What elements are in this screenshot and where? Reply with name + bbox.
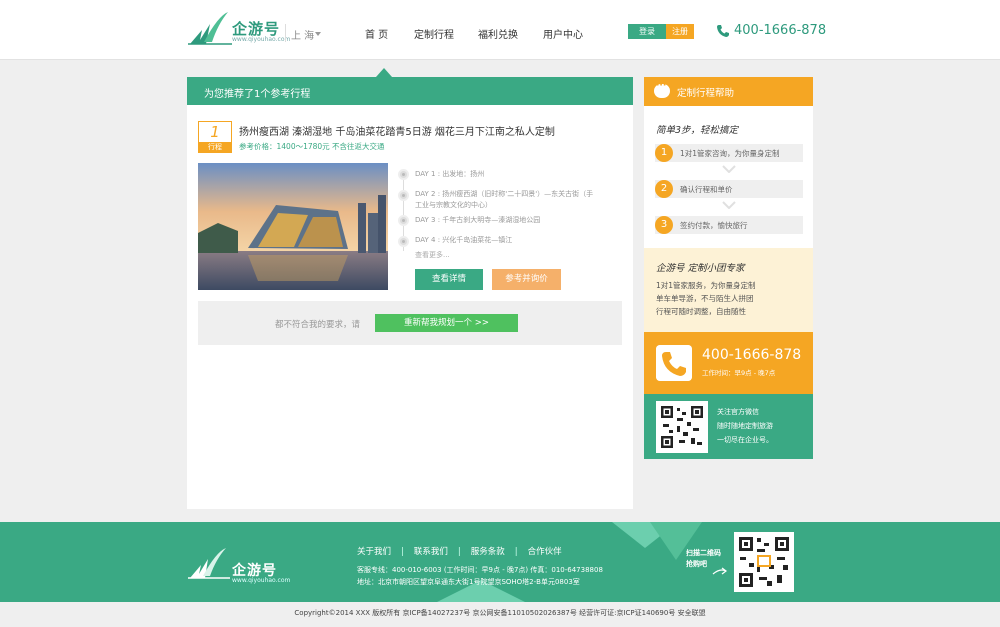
inquire-button[interactable]: 参考并询价	[492, 269, 561, 290]
panel-notch	[376, 68, 392, 77]
help-header: 定制行程帮助	[644, 77, 813, 106]
wechat-line: 随时随地定制旅游	[717, 422, 773, 430]
panel-header: 为您推荐了1个参考行程	[187, 77, 633, 105]
expert-line: 单车单导游，不与陌生人拼团	[656, 294, 754, 303]
footer-link-partners[interactable]: 合作伙伴	[528, 547, 562, 557]
hotline-hours: 工作时间：早9点 - 晚7点	[702, 369, 776, 377]
trip-number-label: 行程	[199, 142, 231, 153]
footer-logo-url: www.qiyouhao.com	[232, 577, 291, 584]
wechat-panel: 关注官方微信 随时随地定制旅游 一切尽在企业号。	[644, 394, 813, 459]
step-text: 签约付款，愉快旅行	[680, 221, 748, 230]
qr-code-icon	[656, 401, 708, 453]
day-marker	[398, 236, 409, 247]
arrow-right-icon	[712, 567, 727, 575]
step-number: 3	[655, 216, 673, 234]
trip-number: 1	[210, 123, 220, 141]
expert-line: 1对1管家服务，为你量身定制	[656, 281, 756, 290]
trip-number-badge: 1 行程	[198, 121, 232, 153]
help-title: 定制行程帮助	[677, 88, 735, 99]
copyright: Copyright©2014 XXX 版权所有 京ICP备14027237号 京…	[294, 609, 706, 617]
nav-custom-trip[interactable]: 定制行程	[414, 26, 454, 41]
view-details-button[interactable]: 查看详情	[415, 269, 483, 290]
chevron-down-icon	[722, 201, 736, 209]
login-button[interactable]: 登录	[628, 24, 666, 39]
header: 企游号 www.qiyouhao.com 上 海 首 页 定制行程 福利兑换 用…	[0, 0, 1000, 60]
itinerary-day-4: DAY 4 : 兴化千岛油菜花—镇江	[415, 236, 513, 244]
footer-hotline: 客服专线：400-010-6003 (工作时间：早9点 - 晚7点) 传真：01…	[357, 566, 603, 574]
expert-title: 企游号 定制小团专家	[656, 263, 745, 274]
expert-panel: 企游号 定制小团专家 1对1管家服务，为你量身定制 单车单导游，不与陌生人拼团 …	[644, 248, 813, 332]
hotline-panel: 400-1666-878 工作时间：早9点 - 晚7点	[644, 332, 813, 394]
footer-link-about[interactable]: 关于我们	[357, 547, 391, 557]
nav-user-center[interactable]: 用户中心	[543, 26, 583, 41]
steps-title: 简单3步，轻松搞定	[656, 125, 739, 136]
footer-logo-icon	[188, 548, 230, 579]
recommendation-panel: 为您推荐了1个参考行程 1 行程 扬州瘦西湖 溱湖湿地 千岛油菜花踏青5日游 烟…	[187, 77, 633, 509]
divider	[285, 24, 286, 42]
steps-panel: 简单3步，轻松搞定 1 1对1管家咨询，为你量身定制 2 确认行程和单价 3 签…	[644, 106, 813, 248]
itinerary-day-1: DAY 1 : 出发地：扬州	[415, 170, 485, 178]
panel-title: 为您推荐了1个参考行程	[204, 89, 311, 100]
step-text: 1对1管家咨询，为你量身定制	[680, 149, 780, 158]
qr-code-icon	[734, 532, 794, 592]
replan-button[interactable]: 重新帮我规划一个 >>	[375, 314, 518, 332]
footer-links: 关于我们 | 联系我们 | 服务条款 | 合作伙伴	[357, 547, 562, 557]
phone-icon	[656, 345, 692, 381]
replan-prompt: 都不符合我的要求，请	[275, 320, 361, 330]
replan-box: 都不符合我的要求，请 重新帮我规划一个 >>	[198, 301, 622, 345]
footer-link-contact[interactable]: 联系我们	[414, 547, 448, 557]
step-number: 2	[655, 180, 673, 198]
day-marker	[398, 169, 409, 180]
chat-bubble-icon	[654, 81, 670, 98]
register-button[interactable]: 注册	[666, 24, 694, 39]
footer-address: 地址：北京市朝阳区望京阜通东大街1号院望京SOHO塔2-B单元0803室	[357, 578, 580, 586]
city-selector[interactable]: 上 海	[291, 27, 314, 42]
wechat-line: 关注官方微信	[717, 408, 759, 416]
day-marker	[398, 215, 409, 226]
nav-benefits[interactable]: 福利兑换	[478, 26, 518, 41]
scan-text: 抢购吧	[686, 560, 707, 568]
wechat-line: 一切尽在企业号。	[717, 436, 773, 444]
trip-photo[interactable]	[198, 163, 388, 290]
step-text: 确认行程和单价	[680, 185, 733, 194]
nav-home[interactable]: 首 页	[365, 26, 388, 41]
trip-title[interactable]: 扬州瘦西湖 溱湖湿地 千岛油菜花踏青5日游 烟花三月下江南之私人定制	[239, 123, 555, 138]
hotline-number: 400-1666-878	[702, 347, 802, 363]
logo-url: www.qiyouhao.com	[232, 36, 291, 43]
day-marker	[398, 190, 409, 201]
chevron-down-icon[interactable]	[315, 32, 321, 36]
chevron-down-icon	[722, 165, 736, 173]
trip-price: 参考价格：1400～1780元 不含往返大交通	[239, 142, 385, 151]
expert-line: 行程可随时调整，自由随性	[656, 307, 746, 316]
header-phone: 400-1666-878	[734, 23, 827, 38]
view-more-link[interactable]: 查看更多...	[415, 250, 450, 260]
itinerary-day-3: DAY 3 : 千年古刹大明寺—溱湖湿地公园	[415, 216, 541, 224]
phone-icon	[717, 25, 729, 37]
scan-text: 扫描二维码	[686, 549, 721, 557]
step-number: 1	[655, 144, 673, 162]
itinerary-day-2: DAY 2 : 扬州瘦西湖（旧时称'二十四景'）—东关古街（手工业与宗教文化的中…	[415, 190, 594, 209]
footer-link-terms[interactable]: 服务条款	[471, 547, 505, 557]
